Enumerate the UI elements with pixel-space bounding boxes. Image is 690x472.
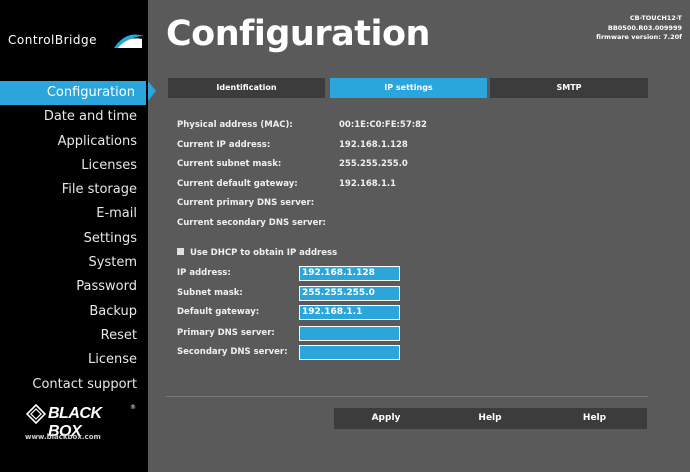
sidebar-item-backup[interactable]: Backup [0,300,148,324]
brand-name: ControlBridge [8,33,97,47]
default-gateway-input[interactable]: 192.168.1.1 [299,305,400,320]
primary-dns-label: Primary DNS server: [177,327,275,338]
blackbox-url-link[interactable]: www.blackbox.com [25,433,101,441]
help-button-2[interactable]: Help [542,408,647,429]
sidebar-item-password[interactable]: Password [0,275,148,299]
active-item-pointer [148,81,156,101]
sidebar-item-licenses[interactable]: Licenses [0,154,148,178]
sidebar-item-license[interactable]: License [0,348,148,372]
black-box-logo[interactable]: BLACK BOX ® [26,402,136,440]
default-gateway-label: Default gateway: [177,307,260,317]
subnet-mask-input[interactable]: 255.255.255.0 [299,285,400,301]
sidebar-item-applications[interactable]: Applications [0,130,148,154]
sidebar: ControlBridge Configuration Date and tim… [0,0,148,472]
device-serial: BB0500.R03.009999 [607,23,682,32]
current-gateway-label: Current default gateway: [177,178,298,189]
app-frame: ControlBridge Configuration Date and tim… [0,0,690,472]
brand-swoosh-icon [114,34,144,48]
device-model: CB-TOUCH12-T [629,14,682,22]
secondary-dns-input[interactable] [299,345,400,360]
dhcp-label: Use DHCP to obtain IP address [190,248,338,258]
sidebar-item-reset[interactable]: Reset [0,324,148,348]
sidebar-nav: Configuration Date and time Applications… [0,81,148,397]
current-dns2-label: Current secondary DNS server: [177,217,326,228]
apply-button[interactable]: Apply [334,408,438,429]
sidebar-item-email[interactable]: E-mail [0,202,148,226]
current-dns1-label: Current primary DNS server: [177,198,315,208]
sidebar-item-date-and-time[interactable]: Date and time [0,105,148,129]
firmware-version: firmware version: 7.20f [596,33,682,41]
ip-address-input[interactable]: 192.168.1.128 [299,266,400,281]
mac-label: Physical address (MAC): [177,120,293,130]
current-subnet-value: 255.255.255.0 [339,159,408,169]
sidebar-item-configuration[interactable]: Configuration [0,81,146,106]
secondary-dns-label: Secondary DNS server: [177,347,288,357]
brand-logo: ControlBridge [8,30,148,54]
current-ip-value: 192.168.1.128 [339,139,408,150]
tab-smtp[interactable]: SMTP [490,78,648,98]
tab-bar: Identification IP settings SMTP [168,78,648,98]
help-button[interactable]: Help [438,408,542,429]
divider [166,396,648,397]
tab-ip-settings[interactable]: IP settings [330,78,487,98]
registered-mark: ® [130,404,136,411]
tab-identification[interactable]: Identification [168,78,325,98]
primary-dns-input[interactable] [299,325,400,341]
current-subnet-label: Current subnet mask: [177,159,282,169]
current-ip-label: Current IP address: [177,139,271,150]
current-gateway-value: 192.168.1.1 [339,178,397,189]
sidebar-item-settings[interactable]: Settings [0,227,148,251]
subnet-mask-label: Subnet mask: [177,287,243,298]
main-panel: Configuration CB-TOUCH12-T BB0500.R03.00… [148,0,690,472]
action-bar: Apply Help Help [334,408,647,429]
ip-address-label: IP address: [177,268,231,278]
sidebar-item-system[interactable]: System [0,251,148,275]
device-info: CB-TOUCH12-T BB0500.R03.009999 firmware … [596,14,682,43]
sidebar-item-contact-support[interactable]: Contact support [0,373,148,397]
black-box-diamond-icon [26,404,46,424]
sidebar-item-file-storage[interactable]: File storage [0,178,148,202]
dhcp-checkbox[interactable] [177,248,184,255]
page-title: Configuration [166,14,430,54]
dhcp-option: Use DHCP to obtain IP address [177,248,337,258]
mac-value: 00:1E:C0:FE:57:82 [339,120,427,130]
